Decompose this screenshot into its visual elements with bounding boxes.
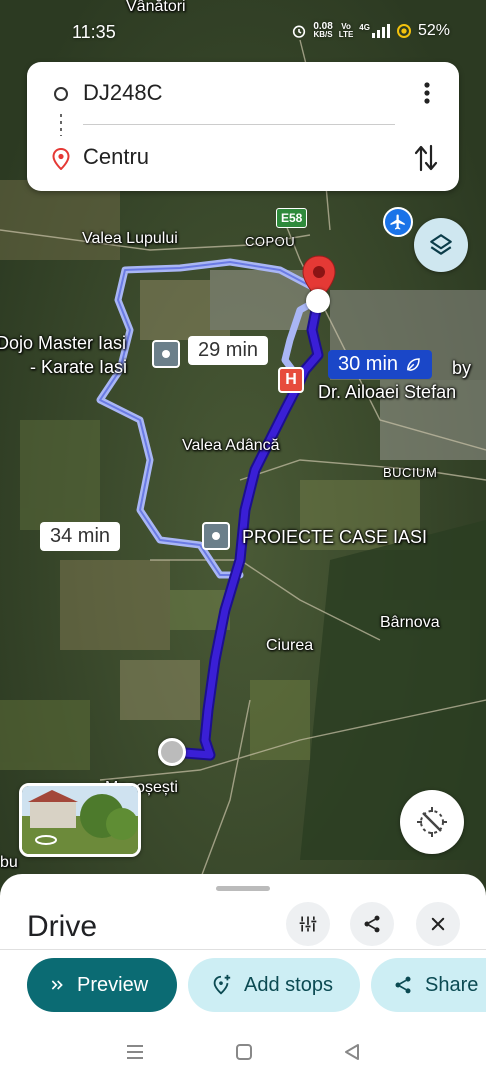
route-time-alt-1[interactable]: 29 min xyxy=(188,336,269,365)
system-nav-bar xyxy=(0,1024,486,1080)
volte-indicator: Vo LTE xyxy=(339,23,354,39)
hospital-marker[interactable]: H xyxy=(278,367,304,393)
more-vert-icon xyxy=(424,82,430,104)
battery-percent: 52% xyxy=(417,22,450,39)
volte-bottom: LTE xyxy=(338,30,354,39)
eco-leaf-icon xyxy=(407,357,420,371)
sheet-drag-handle[interactable] xyxy=(216,886,270,891)
add-stops-button-label: Add stops xyxy=(244,973,333,996)
card-divider xyxy=(83,124,395,125)
swap-route-button[interactable] xyxy=(413,142,439,174)
origin-point[interactable] xyxy=(158,738,186,766)
route-time-alt-2[interactable]: 34 min xyxy=(40,522,121,551)
preview-button-label: Preview xyxy=(77,973,149,996)
map-label-dojo-line2[interactable]: - Karate Iasi xyxy=(30,357,127,378)
add-location-icon xyxy=(213,974,231,995)
map-label-dojo-line1[interactable]: Dojo Master Iasi xyxy=(0,333,126,354)
status-icons: 0.08 KB/S Vo LTE 4G 52% xyxy=(291,22,450,40)
preview-button[interactable]: Preview xyxy=(27,958,177,1012)
route-time-main-label: 30 min xyxy=(338,353,399,375)
poi-marker-proiecte[interactable] xyxy=(202,522,230,550)
map-label-clinic-line2[interactable]: Dr. Ailoaei Stefan xyxy=(318,382,456,403)
map-label-clinic-line1[interactable]: by xyxy=(452,358,471,379)
share-icon-button[interactable] xyxy=(350,902,394,946)
destination-point xyxy=(306,289,330,313)
swap-vert-icon xyxy=(414,144,438,172)
map-label-ciurea: Ciurea xyxy=(266,637,314,654)
street-view-thumbnail[interactable] xyxy=(19,783,141,857)
close-button[interactable] xyxy=(416,902,460,946)
map-label-valea-adanca: Valea Adâncă xyxy=(182,437,280,454)
origin-field[interactable]: DJ248C xyxy=(83,80,162,106)
home-icon[interactable] xyxy=(235,1043,253,1061)
destination-field[interactable]: Centru xyxy=(83,144,149,170)
map-label-proiecte[interactable]: PROIECTE CASE IASI xyxy=(242,527,427,548)
status-bar: 11:35 0.08 KB/S Vo LTE 4G 52% xyxy=(0,0,486,62)
sheet-divider xyxy=(0,949,486,950)
action-buttons-row: Preview Add stops Share xyxy=(27,958,486,1012)
route-time-main[interactable]: 30 min xyxy=(328,350,433,379)
add-stops-button[interactable]: Add stops xyxy=(188,958,360,1012)
close-icon xyxy=(431,917,445,931)
recent-apps-icon[interactable] xyxy=(125,1043,145,1061)
location-disabled-icon xyxy=(417,807,447,837)
map-label-partial: bu xyxy=(0,854,18,871)
battery-saver-icon xyxy=(396,24,411,38)
alarm-icon xyxy=(293,25,306,38)
poi-marker-dojo[interactable] xyxy=(152,340,180,368)
layers-icon xyxy=(430,234,452,255)
map-label-copou: COPOU xyxy=(245,234,296,249)
origin-circle-icon xyxy=(54,87,68,101)
share-button-label: Share xyxy=(425,973,479,996)
route-card: DJ248C Centru xyxy=(27,62,459,191)
back-icon[interactable] xyxy=(343,1043,361,1061)
route-options-button[interactable] xyxy=(286,902,330,946)
share-button[interactable]: Share xyxy=(371,958,486,1012)
tune-icon xyxy=(299,916,317,932)
route-connector-dots xyxy=(60,114,62,136)
more-options-button[interactable] xyxy=(417,78,437,108)
signal-type: 4G xyxy=(359,23,370,32)
layers-button[interactable] xyxy=(414,218,468,272)
net-speed: 0.08 KB/S xyxy=(313,22,333,39)
status-time: 11:35 xyxy=(72,22,116,42)
sheet-title: Drive xyxy=(27,910,98,943)
signal-icon: 4G xyxy=(359,24,390,38)
share-icon xyxy=(364,915,380,933)
net-speed-unit: KB/S xyxy=(313,30,333,39)
map-label-barnova: Bârnova xyxy=(380,614,440,631)
airport-icon[interactable] xyxy=(383,207,413,237)
destination-marker-icon xyxy=(52,148,70,170)
map-label-valea-lupului: Valea Lupului xyxy=(82,230,178,247)
location-off-button[interactable] xyxy=(400,790,464,854)
map-label-bucium: BUCIUM xyxy=(383,465,438,480)
share-icon xyxy=(395,976,411,994)
double-chevron-icon xyxy=(51,980,63,990)
road-shield-e58: E58 xyxy=(276,208,308,228)
